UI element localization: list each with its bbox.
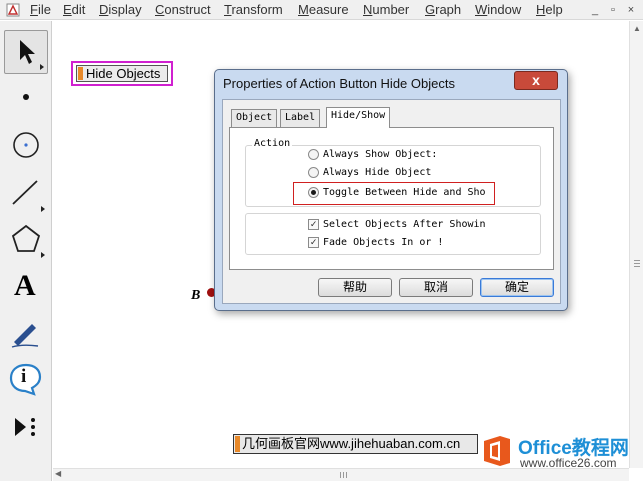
menu-help[interactable]: Help [536,2,563,18]
custom-tool-icon [15,418,35,436]
menu-transform[interactable]: Transform [224,2,283,18]
scroll-up-icon[interactable]: ▲ [633,24,641,33]
dialog-close-button[interactable]: x [514,71,558,90]
ok-button[interactable]: 确定 [480,278,554,297]
information-tool[interactable]: i [4,357,48,401]
tab-object[interactable]: Object [231,109,278,127]
office-logo-icon [484,436,510,466]
marker-tool[interactable] [4,311,48,355]
tab-label[interactable]: Label [280,109,321,127]
help-button[interactable]: 帮助 [318,278,392,297]
checkmark-icon[interactable]: ✓ [308,219,319,230]
compass-tool[interactable] [4,123,48,167]
menu-window[interactable]: Window [475,2,521,18]
horizontal-scrollbar[interactable]: ◀ [53,468,629,481]
custom-tool[interactable] [4,405,48,449]
text-icon: A [14,269,36,302]
polygon-tool[interactable] [4,217,48,261]
scroll-grip-icon [340,472,341,478]
toolbox: A i [0,21,52,481]
properties-dialog: Properties of Action Button Hide Objects… [214,69,568,311]
checkbox-label: Fade Objects In or ! [323,237,444,248]
tab-hide-show[interactable]: Hide/Show [326,107,391,128]
tool-expand-icon [41,206,45,212]
action-button-label: Hide Objects [76,65,168,82]
vertical-scrollbar[interactable]: ▲ [629,21,643,468]
scroll-left-icon[interactable]: ◀ [55,469,61,478]
window-controls: _ ▫ × [583,0,643,20]
menu-display[interactable]: Display [99,2,142,18]
menu-number[interactable]: Number [363,2,409,18]
information-glyph: i [21,366,27,387]
radio-label: Always Show Object: [323,149,438,160]
close-button[interactable]: × [623,2,639,18]
restore-button[interactable]: ▫ [605,2,621,18]
point-tool[interactable] [4,75,48,119]
action-group-label: Action [252,138,293,149]
radio-button[interactable] [308,149,319,160]
menu-measure[interactable]: Measure [298,2,349,18]
marker-icon [11,324,39,348]
minimize-button[interactable]: _ [587,2,603,18]
scroll-grip-icon [634,260,640,261]
hide-objects-action-button[interactable]: Hide Objects [71,61,173,86]
tool-expand-icon [40,64,44,70]
point-label: B [191,288,201,303]
point-icon [23,94,29,100]
website-watermark: 几何画板官网www.jihehuaban.com.cn [233,434,478,454]
straightedge-tool[interactable] [4,171,48,215]
radio-button[interactable] [308,167,319,178]
cancel-button[interactable]: 取消 [399,278,473,297]
app-icon[interactable] [6,3,20,17]
menu-graph[interactable]: Graph [425,2,461,18]
menu-edit[interactable]: Edit [63,2,85,18]
menu-file[interactable]: File [30,2,51,18]
radio-label: Always Hide Object [323,167,432,178]
brand-logo: Office教程网 www.office26.com [480,432,640,472]
arrow-tool[interactable] [4,30,48,74]
dialog-title: Properties of Action Button Hide Objects [223,76,455,91]
checkmark-icon[interactable]: ✓ [308,237,319,248]
radio-label: Toggle Between Hide and Sho [323,187,486,198]
menu-construct[interactable]: Construct [155,2,211,18]
tool-expand-icon [41,252,45,258]
compass-icon [13,132,39,158]
dialog-body: Object Label Hide/Show Action Always Sho… [222,99,561,304]
text-tool[interactable]: A [4,265,48,309]
radio-button[interactable] [308,187,319,198]
menu-bar: File Edit Display Construct Transform Me… [0,0,643,20]
checkbox-label: Select Objects After Showin [323,219,486,230]
hide-show-panel: Action Always Show Object: Always Hide O… [229,127,554,270]
